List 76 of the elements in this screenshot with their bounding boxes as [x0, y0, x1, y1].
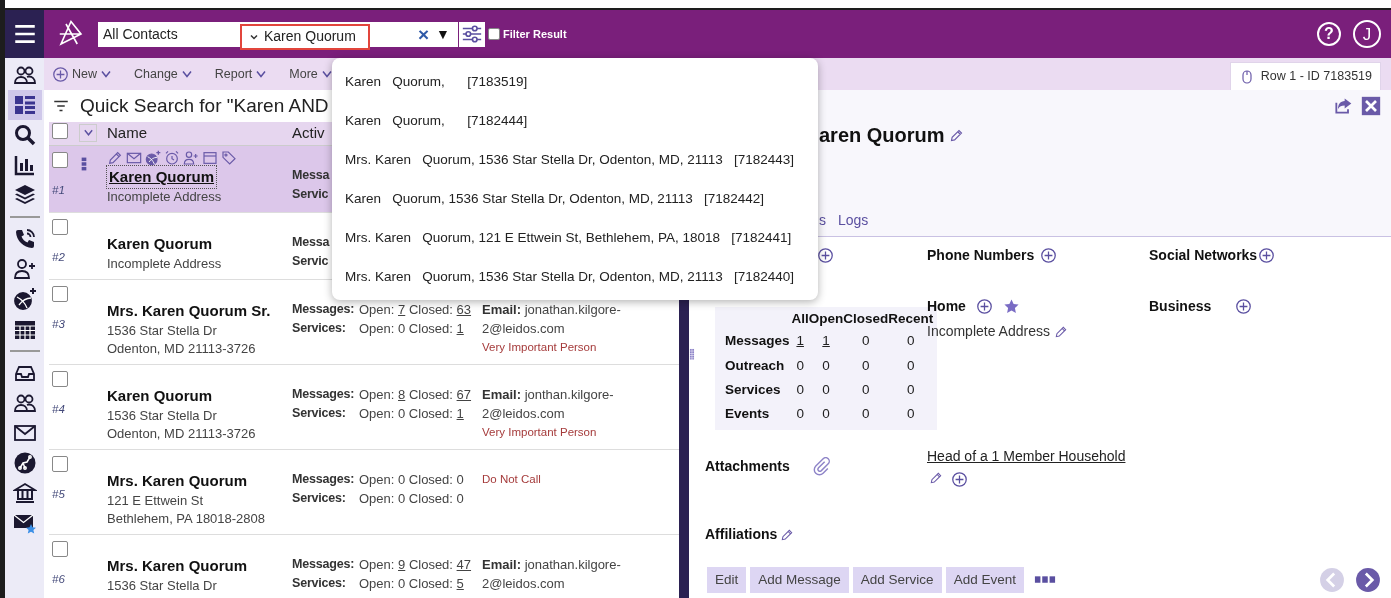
results-title: Quick Search for "Karen AND	[80, 93, 329, 118]
activity-label: Servic	[292, 253, 329, 270]
address-text: Incomplete Address	[927, 323, 1050, 341]
row-number: #1	[52, 182, 66, 198]
stats-label: Outreach	[725, 356, 786, 375]
stats-value: 0	[861, 405, 871, 423]
stats-value: 0	[795, 356, 805, 375]
activity-label: Services:	[292, 320, 347, 337]
activity-label: Messa	[292, 167, 330, 184]
attachments-label: Attachments	[705, 456, 790, 476]
address-line: 121 E Ettwein St	[107, 492, 205, 510]
flag-text: Very Important Person	[482, 425, 598, 440]
row-number: #3	[52, 316, 66, 332]
address-heading: Business	[1149, 297, 1212, 316]
stats-value: 0	[906, 380, 916, 399]
address-line: 1536 Star Stella Dr	[107, 322, 218, 340]
activity-label: Servic	[292, 186, 329, 203]
stats-value: 0	[861, 380, 871, 399]
address-line: Odenton, MD 21113-3726	[107, 425, 257, 443]
activity-text: Open: 0 Closed:	[359, 321, 454, 336]
activity-label: Messages:	[292, 301, 356, 318]
section-heading: Social Networks	[1149, 246, 1258, 265]
stats-value: 0	[906, 356, 916, 375]
activity-label: Services:	[292, 490, 347, 507]
activity-text: Open:	[359, 557, 396, 572]
stats-value: 0	[861, 332, 871, 351]
activity-text: Open: 0 Closed: 0	[359, 491, 464, 506]
address-line: Bethlehem, PA 18018-2808	[107, 510, 267, 528]
activity-text: Open:	[359, 387, 396, 402]
stats-value: 0	[821, 356, 831, 375]
address-line: 1536 Star Stella Dr	[107, 577, 218, 595]
affiliations-label: Affiliations	[705, 525, 778, 544]
email-text: Email: jonathan.kilgore-2@leidos.com	[482, 556, 622, 593]
section-heading: Phone Numbers	[927, 246, 1035, 265]
stats-label: Messages	[725, 332, 791, 351]
activity-label: Services:	[292, 575, 347, 592]
activity-text: Open:	[359, 302, 396, 317]
row-number: #4	[52, 401, 66, 417]
address-line: 1536 Star Stella Dr	[107, 407, 218, 425]
stats-value: 0	[861, 356, 871, 375]
stats-value: 0	[821, 380, 831, 399]
stats-header: Closed	[843, 310, 889, 328]
stats-label: Events	[725, 405, 771, 423]
activity-label: Services:	[292, 405, 347, 422]
stats-header: Recent	[888, 311, 934, 326]
stats-value: 0	[906, 405, 916, 423]
activity-text: Closed:	[407, 302, 454, 317]
stats-value: 0	[795, 380, 805, 399]
activity-text: Closed:	[407, 557, 454, 572]
activity-text: Closed:	[407, 387, 454, 402]
activity-text: Open: 0 Closed:	[359, 576, 454, 591]
filter-label: Filter Result	[503, 26, 567, 42]
email-text: Email: jonathan.kilgore-2@leidos.com	[482, 301, 622, 338]
activity-text: Open: 0 Closed: 0	[359, 472, 464, 487]
row-number: #5	[52, 486, 66, 502]
row-number: #2	[52, 249, 66, 265]
flag-text: Do Not Call	[482, 472, 542, 487]
row-number: #6	[52, 571, 66, 587]
activity-label: Messages:	[292, 471, 356, 488]
address-line: Odenton, MD 21113-3726	[107, 340, 257, 358]
stats-label: Services	[725, 380, 782, 399]
activity-label: Messages:	[292, 556, 356, 573]
activity-text: Open: 0 Closed:	[359, 406, 454, 421]
address-heading: Home	[927, 297, 966, 314]
address-line: Incomplete Address	[107, 188, 223, 206]
activity-label: Messa	[292, 234, 330, 251]
activity-label: Messages:	[292, 386, 356, 403]
scope-text: All Contacts	[102, 24, 178, 44]
stats-header: All	[791, 310, 809, 328]
address-line: Incomplete Address	[107, 255, 223, 273]
stats-value: 0	[795, 405, 805, 423]
stats-value: 0	[821, 405, 831, 423]
stats-header: Open	[808, 310, 844, 328]
flag-text: Very Important Person	[482, 340, 598, 355]
email-text: Email: jonthan.kilgore-2@leidos.com	[482, 386, 615, 423]
contact-title: aren Quorum	[819, 123, 945, 148]
